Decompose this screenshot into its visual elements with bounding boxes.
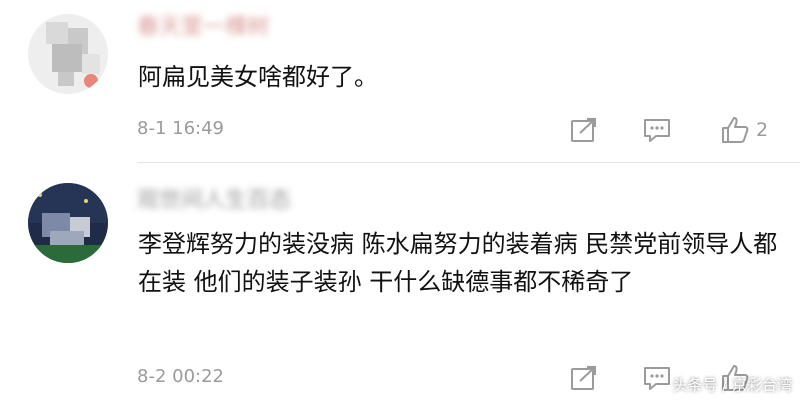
reply-button[interactable] (640, 115, 674, 145)
share-icon (571, 118, 596, 142)
reply-button[interactable] (640, 363, 674, 393)
thumbs-up-icon (722, 117, 749, 143)
user-avatar[interactable] (28, 183, 108, 263)
reply-icon (644, 119, 670, 142)
watermark: 头条号 / 京彩台湾 (672, 376, 792, 394)
comment-item: 观世间人生百态 李登辉努力的装没病 陈水扁努力的装着病 民禁党前领导人都在装 他… (0, 163, 800, 403)
comment-text: 李登辉努力的装没病 陈水扁努力的装着病 民禁党前领导人都在装 他们的装子装孙 干… (138, 230, 778, 296)
username[interactable]: 春天里一棵树 (137, 12, 337, 44)
share-button[interactable] (567, 115, 601, 145)
comment-text: 阿扁见美女啥都好了。 (138, 63, 378, 91)
comment-meta: 8-1 16:49 2 (137, 115, 770, 145)
user-avatar[interactable] (28, 14, 108, 94)
reply-icon (644, 367, 670, 390)
timestamp: 8-1 16:49 (137, 118, 224, 139)
share-icon (571, 366, 596, 390)
share-button[interactable] (567, 363, 601, 393)
username[interactable]: 观世间人生百态 (137, 185, 322, 217)
like-count: 2 (756, 119, 769, 141)
like-button[interactable]: 2 (720, 115, 780, 145)
comment-item: 春天里一棵树 阿扁见美女啥都好了。 8-1 16:49 2 (0, 0, 800, 163)
timestamp: 8-2 00:22 (137, 366, 224, 387)
